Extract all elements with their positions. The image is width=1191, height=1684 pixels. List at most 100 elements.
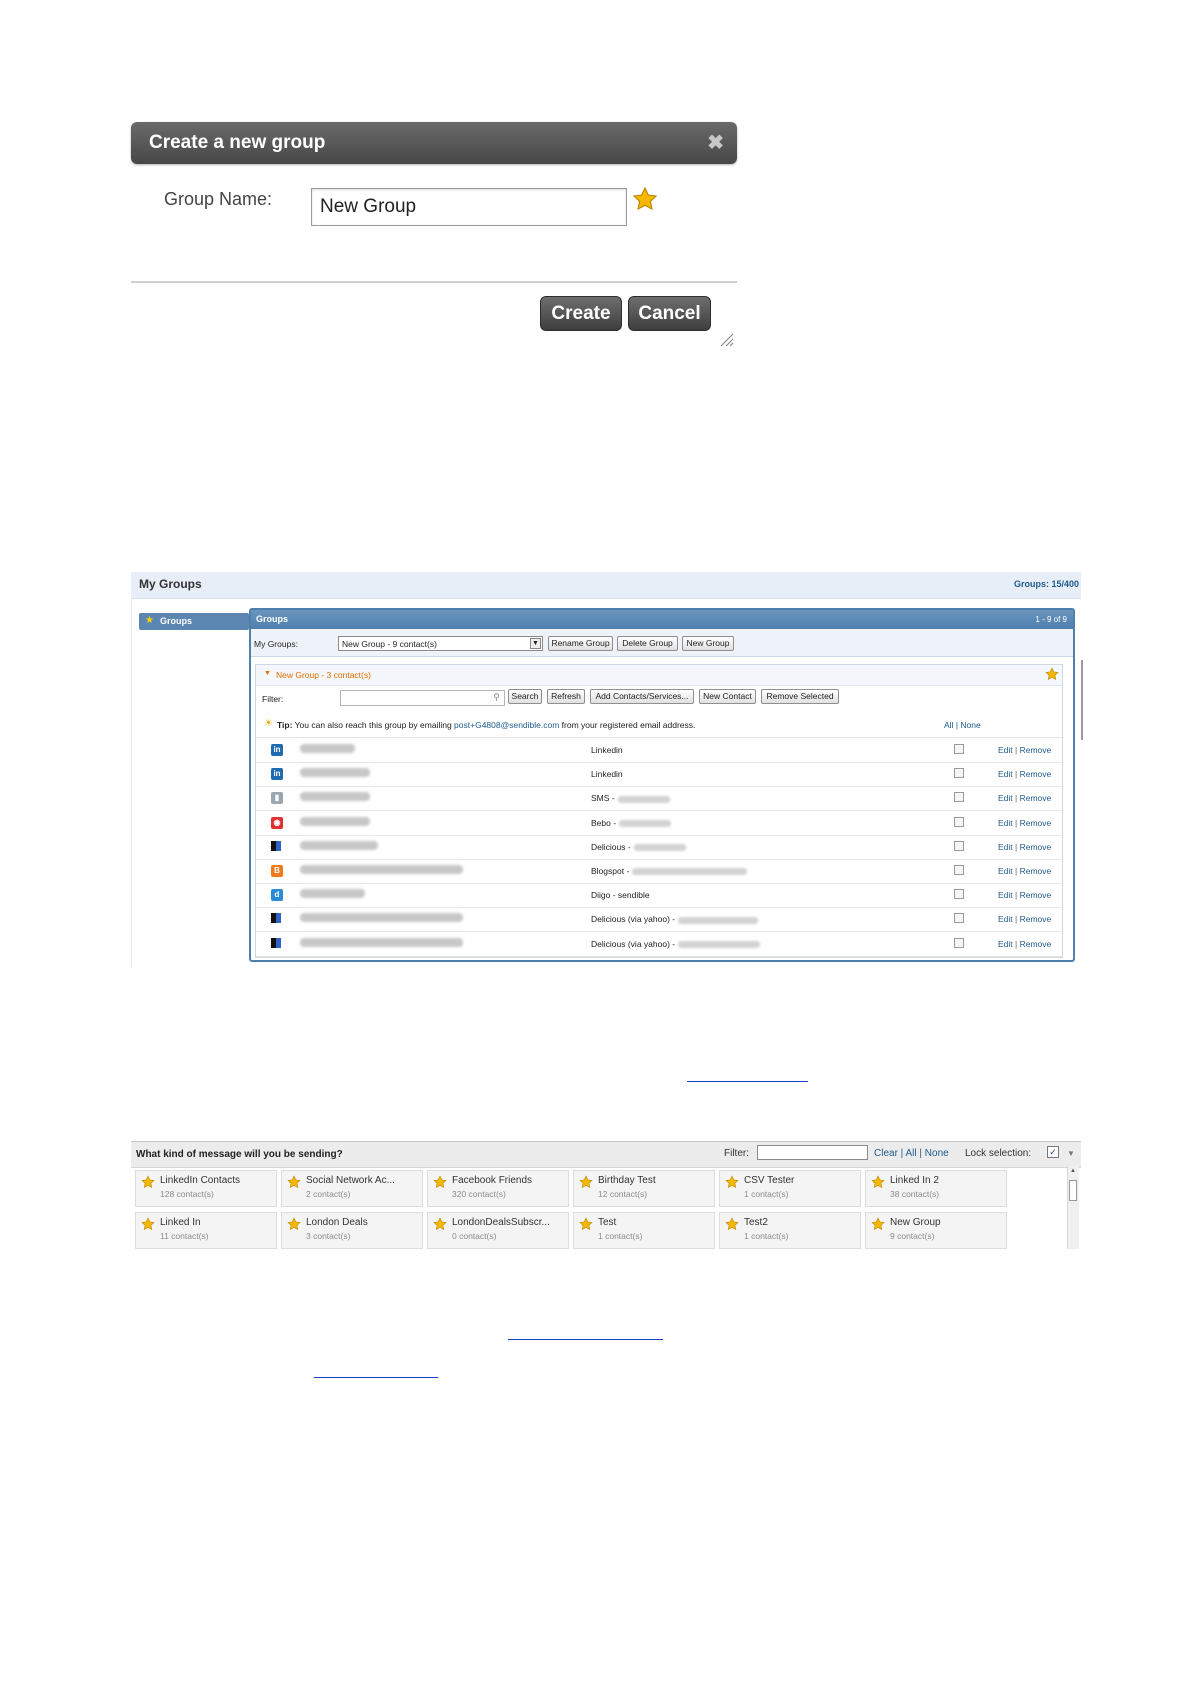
group-tile[interactable]: Test 1 contact(s) (573, 1212, 715, 1249)
remove-link[interactable]: Remove (1020, 818, 1052, 828)
edit-link[interactable]: Edit (998, 818, 1013, 828)
close-icon[interactable]: ✖ (707, 130, 724, 155)
scrollbar[interactable] (1081, 660, 1083, 740)
none-link[interactable]: None (925, 1148, 949, 1159)
row-checkbox[interactable] (954, 865, 964, 875)
tip-email-link[interactable]: post+G4808@sendible.com (454, 720, 559, 730)
table-row: in Linkedin Edit | Remove (256, 762, 1062, 788)
row-checkbox[interactable] (954, 744, 964, 754)
link-underline[interactable] (508, 1339, 663, 1340)
contact-name-blurred (300, 792, 370, 802)
all-none-links: All | None (944, 720, 981, 730)
row-checkbox[interactable] (954, 792, 964, 803)
row-checkbox[interactable] (954, 937, 964, 948)
separator: | (1012, 890, 1020, 901)
remove-link[interactable]: Remove (1020, 939, 1052, 949)
group-tile[interactable]: LinkedIn Contacts 128 contact(s) (135, 1170, 277, 1207)
group-contacts-title: New Group - 3 contact(s) (276, 670, 371, 680)
row-checkbox[interactable] (954, 816, 964, 827)
dialog-title-bar: Create a new group ✖ (131, 122, 737, 164)
rename-group-button[interactable]: Rename Group (548, 636, 613, 651)
filter-input[interactable]: ⚲ (340, 690, 505, 706)
my-groups-title: My Groups (139, 577, 202, 591)
star-icon[interactable] (1045, 667, 1059, 686)
add-contacts-button[interactable]: Add Contacts/Services... (590, 689, 694, 704)
my-groups-label: My Groups: (254, 639, 298, 649)
lightbulb-icon: ☀ (264, 718, 273, 729)
service-label: Delicious - (591, 842, 686, 852)
scroll-up-icon[interactable]: ▲ (1070, 1168, 1076, 1174)
new-group-button[interactable]: New Group (682, 636, 734, 651)
lock-selection-checkbox[interactable]: ✓ (1047, 1146, 1059, 1158)
group-tile[interactable]: CSV Tester 1 contact(s) (719, 1170, 861, 1207)
edit-link[interactable]: Edit (998, 914, 1013, 924)
group-tile[interactable]: Test2 1 contact(s) (719, 1212, 861, 1249)
group-tile[interactable]: Linked In 11 contact(s) (135, 1212, 277, 1249)
collapse-arrow-icon[interactable]: ▼ (264, 670, 271, 677)
remove-link[interactable]: Remove (1020, 890, 1052, 900)
remove-selected-button[interactable]: Remove Selected (761, 689, 839, 704)
edit-link[interactable]: Edit (998, 793, 1013, 803)
remove-link[interactable]: Remove (1020, 745, 1052, 755)
sidebar-item-groups[interactable]: ★ Groups (139, 613, 249, 630)
row-checkbox[interactable] (954, 913, 964, 924)
remove-link[interactable]: Remove (1020, 914, 1052, 924)
resize-grip-icon[interactable] (718, 331, 734, 352)
link-underline[interactable] (314, 1377, 438, 1378)
group-name-label: Group Name: (164, 189, 273, 209)
new-contact-button[interactable]: New Contact (699, 689, 756, 704)
group-select[interactable]: New Group - 9 contact(s) ▼ (338, 636, 543, 651)
row-checkbox[interactable] (954, 889, 964, 900)
group-tile[interactable]: Birthday Test 12 contact(s) (573, 1170, 715, 1207)
group-tile-count: 128 contact(s) (160, 1189, 214, 1199)
select-all-link[interactable]: All (944, 720, 953, 730)
edit-link[interactable]: Edit (998, 890, 1013, 900)
group-tile[interactable]: Social Network Ac... 2 contact(s) (281, 1170, 423, 1207)
table-row: ◉ Bebo - Edit | Remove (256, 811, 1062, 836)
delete-group-button[interactable]: Delete Group (617, 636, 678, 651)
group-tile[interactable]: Facebook Friends 320 contact(s) (427, 1170, 569, 1207)
edit-link[interactable]: Edit (998, 745, 1013, 755)
group-tile[interactable]: LondonDealsSubscr... 0 contact(s) (427, 1212, 569, 1249)
edit-link[interactable]: Edit (998, 769, 1013, 779)
remove-link[interactable]: Remove (1020, 842, 1052, 852)
group-tile-count: 1 contact(s) (744, 1231, 789, 1241)
table-row: Delicious (via yahoo) - Edit | Remove (256, 907, 1062, 933)
tip-label: Tip: (277, 720, 293, 730)
group-tile-count: 320 contact(s) (452, 1189, 506, 1199)
row-checkbox[interactable] (954, 768, 964, 779)
group-name-input[interactable] (311, 188, 627, 226)
row-checkbox[interactable] (954, 840, 964, 851)
group-contacts-header[interactable]: ▼ New Group - 3 contact(s) (256, 665, 1062, 686)
group-tile-name: Linked In 2 (890, 1175, 939, 1186)
cancel-button[interactable]: Cancel (628, 296, 711, 331)
edit-link[interactable]: Edit (998, 842, 1013, 852)
clear-link[interactable]: Clear (874, 1148, 898, 1159)
separator: | (1012, 793, 1020, 804)
search-button[interactable]: Search (508, 689, 542, 704)
select-none-link[interactable]: None (960, 720, 980, 730)
service-text: Delicious - (591, 841, 631, 852)
scrollbar[interactable]: ▲ (1067, 1166, 1079, 1249)
refresh-button[interactable]: Refresh (547, 689, 585, 704)
group-tile[interactable]: Linked In 2 38 contact(s) (865, 1170, 1007, 1207)
group-tile[interactable]: London Deals 3 contact(s) (281, 1212, 423, 1249)
group-filter-input[interactable] (757, 1145, 868, 1160)
group-tile-count: 3 contact(s) (306, 1231, 351, 1241)
star-icon[interactable] (632, 186, 658, 217)
chevron-down-icon[interactable]: ▼ (1067, 1149, 1075, 1158)
link-underline[interactable] (687, 1081, 808, 1082)
bebo-icon: ◉ (271, 816, 283, 829)
remove-link[interactable]: Remove (1020, 866, 1052, 876)
chevron-down-icon[interactable]: ▼ (530, 638, 541, 649)
remove-link[interactable]: Remove (1020, 793, 1052, 803)
edit-link[interactable]: Edit (998, 866, 1013, 876)
service-label: Linkedin (591, 769, 623, 779)
edit-link[interactable]: Edit (998, 939, 1013, 949)
group-tile-count: 12 contact(s) (598, 1189, 648, 1199)
scroll-thumb[interactable] (1069, 1180, 1077, 1201)
create-button[interactable]: Create (540, 296, 622, 331)
remove-link[interactable]: Remove (1020, 769, 1052, 779)
all-link[interactable]: All (906, 1148, 917, 1159)
group-tile[interactable]: New Group 9 contact(s) (865, 1212, 1007, 1249)
